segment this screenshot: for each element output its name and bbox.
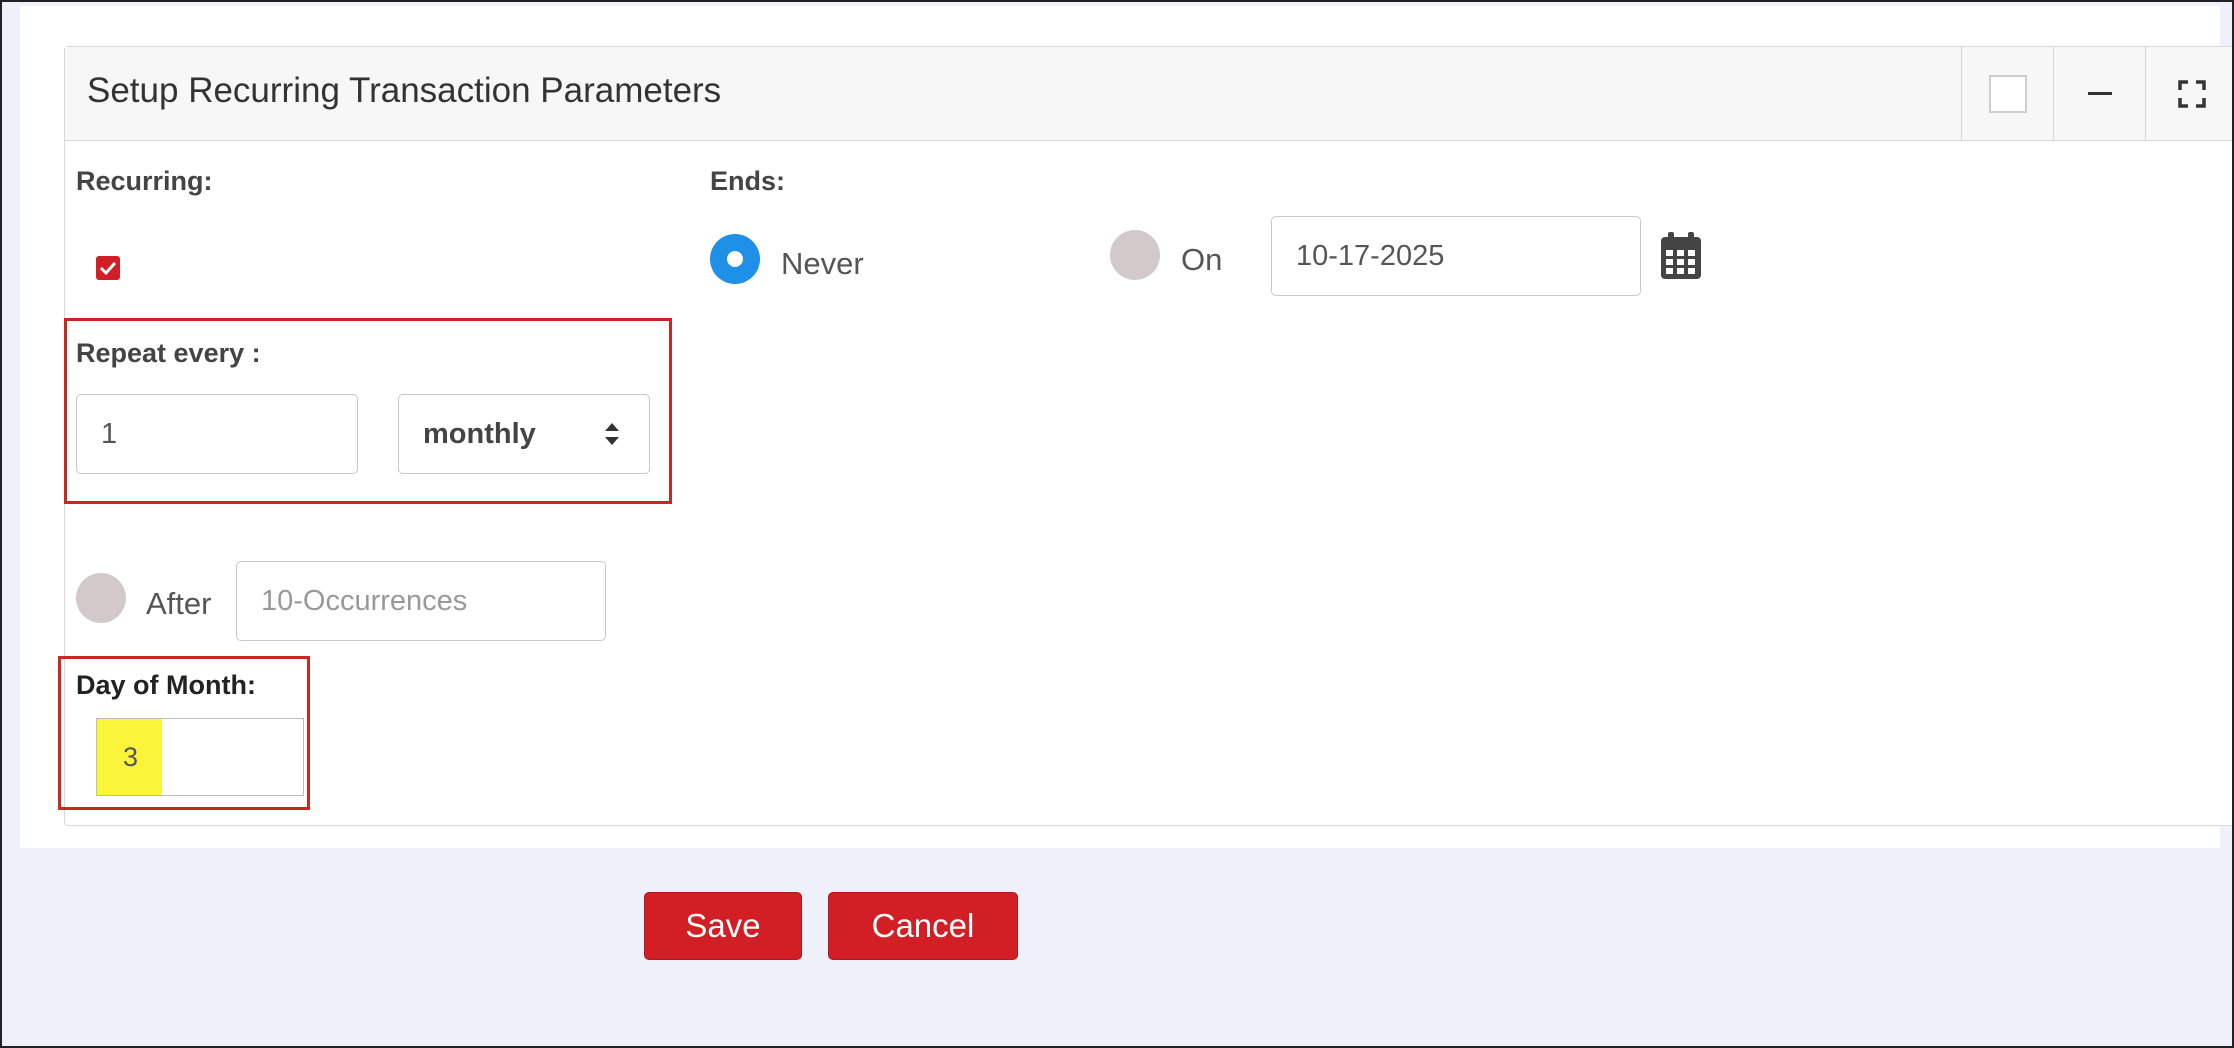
repeat-frequency-value: monthly	[423, 417, 536, 450]
on-radio[interactable]	[1110, 230, 1160, 280]
occurrences-input[interactable]: 10-Occurrences	[236, 561, 606, 641]
repeat-every-label: Repeat every :	[76, 338, 261, 368]
after-radio[interactable]	[76, 573, 126, 623]
panel-toggle-button[interactable]	[1961, 47, 2053, 140]
recurring-label: Recurring:	[76, 166, 213, 196]
panel-minimize-button[interactable]	[2053, 47, 2145, 140]
day-of-month-label: Day of Month:	[76, 670, 256, 700]
save-button[interactable]: Save	[644, 892, 802, 960]
checkmark-icon	[99, 261, 117, 276]
end-date-input[interactable]: 10-17-2025	[1271, 216, 1641, 296]
panel-title: Setup Recurring Transaction Parameters	[87, 71, 722, 110]
cancel-button[interactable]: Cancel	[828, 892, 1018, 960]
after-label: After	[146, 586, 212, 621]
never-label: Never	[781, 246, 864, 281]
content-area: Setup Recurring Transaction Parameters R…	[20, 6, 2234, 848]
fullscreen-icon	[2177, 79, 2206, 108]
on-label: On	[1181, 242, 1223, 277]
panel-fullscreen-button[interactable]	[2145, 47, 2234, 140]
repeat-frequency-select[interactable]: monthly	[398, 394, 650, 474]
repeat-interval-input[interactable]: 1	[76, 394, 358, 474]
calendar-icon[interactable]	[1659, 232, 1703, 280]
recurring-checkbox[interactable]	[96, 256, 120, 280]
ends-label: Ends:	[710, 166, 786, 196]
square-icon	[1988, 74, 2027, 113]
day-of-month-input[interactable]: 3	[96, 718, 304, 796]
select-arrows-icon	[605, 423, 619, 445]
never-radio[interactable]	[710, 234, 760, 284]
panel-header: Setup Recurring Transaction Parameters	[65, 47, 2234, 141]
day-of-month-value: 3	[123, 742, 139, 772]
minimize-icon	[2087, 92, 2112, 95]
